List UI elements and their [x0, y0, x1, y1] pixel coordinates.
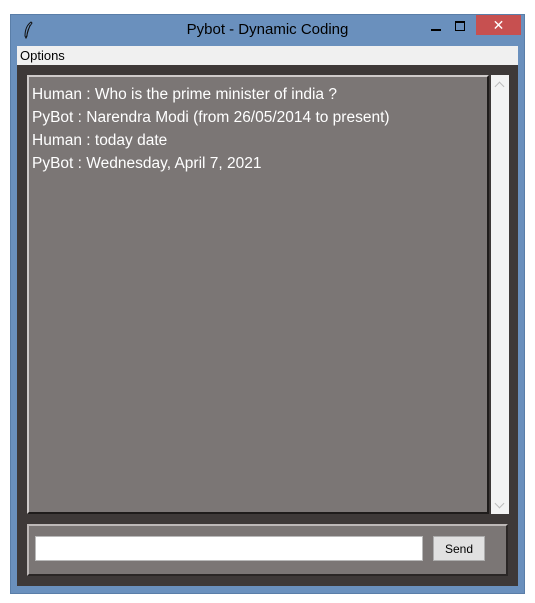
scroll-up-icon[interactable]	[491, 75, 509, 93]
app-window: Pybot - Dynamic Coding ✕ Options Human :…	[10, 14, 525, 594]
message-input[interactable]	[35, 536, 423, 561]
client-area: Human : Who is the prime minister of ind…	[17, 65, 518, 586]
maximize-icon[interactable]	[453, 17, 467, 33]
minimize-icon[interactable]	[429, 17, 443, 35]
chat-message: PyBot : Narendra Modi (from 26/05/2014 t…	[32, 109, 390, 126]
menu-bar: Options	[17, 46, 518, 65]
window-title: Pybot - Dynamic Coding	[186, 21, 349, 38]
chat-lines: Human : Who is the prime minister of ind…	[29, 83, 390, 175]
chat-scrollbar[interactable]	[491, 75, 509, 514]
chat-message: PyBot : Wednesday, April 7, 2021	[32, 155, 262, 172]
chat-log[interactable]: Human : Who is the prime minister of ind…	[27, 75, 489, 514]
send-button[interactable]: Send	[433, 536, 485, 561]
close-icon[interactable]: ✕	[476, 15, 521, 35]
scroll-down-icon[interactable]	[491, 496, 509, 514]
input-panel: Send	[27, 524, 508, 576]
chat-message: Human : Who is the prime minister of ind…	[32, 86, 337, 103]
menu-item-options[interactable]: Options	[20, 48, 65, 63]
title-bar[interactable]: Pybot - Dynamic Coding ✕	[11, 15, 524, 45]
chat-message: Human : today date	[32, 132, 168, 149]
